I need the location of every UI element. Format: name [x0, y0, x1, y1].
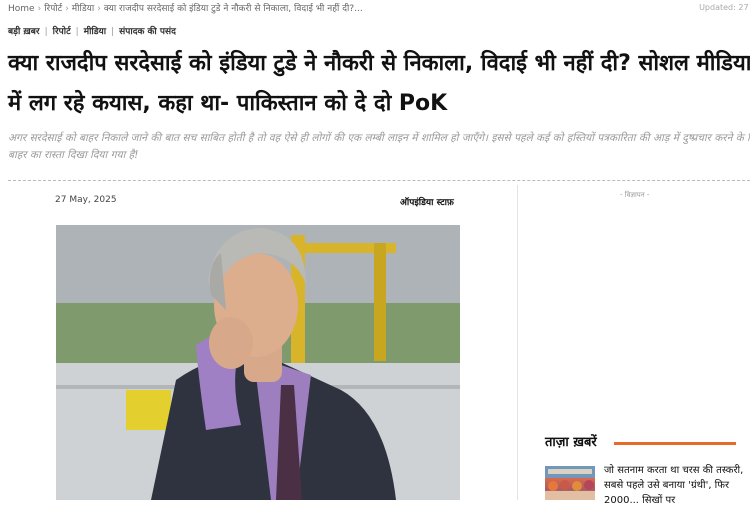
- updated-timestamp: Updated: 27 M: [699, 3, 750, 12]
- article-author[interactable]: ऑपइंडिया स्टाफ़: [400, 195, 454, 208]
- section-divider: [8, 180, 750, 181]
- tag-separator: |: [44, 27, 48, 37]
- article-excerpt: अगर सरदेसाई को बाहर निकाले जाने की बात स…: [8, 132, 750, 161]
- breadcrumb-media-link[interactable]: मीडिया: [72, 4, 94, 14]
- featured-image-illustration: [56, 225, 460, 500]
- thumbnail-illustration: [545, 466, 595, 500]
- breadcrumb-report-link[interactable]: रिपोर्ट: [44, 4, 62, 14]
- breadcrumb-separator: ›: [65, 4, 69, 14]
- latest-news-heading: ताज़ा ख़बरें: [545, 435, 597, 450]
- tag-editors-pick[interactable]: संपादक की पसंद: [119, 27, 176, 37]
- breadcrumb-separator: ›: [37, 4, 42, 14]
- breadcrumb-current: क्या राजदीप सरदेसाई को इंडिया टुडे ने नौ…: [103, 4, 363, 14]
- latest-news-thumbnail[interactable]: [545, 466, 595, 500]
- breadcrumb-home-link[interactable]: Home: [8, 4, 35, 14]
- tag-media[interactable]: मीडिया: [84, 27, 106, 37]
- article-date: 27 May, 2025: [55, 195, 117, 205]
- breadcrumb: Home › रिपोर्ट › मीडिया › क्या राजदीप सरदेसाई …: [8, 2, 698, 16]
- article-headline: क्या राजदीप सरदेसाई को इंडिया टुडे ने नौ…: [8, 51, 750, 116]
- latest-news-underline: [614, 442, 736, 445]
- article-featured-image: [56, 225, 460, 500]
- latest-news-link[interactable]: जो सतनाम करता था चरस की तस्करी, सबसे पहल…: [604, 463, 744, 508]
- tag-separator: |: [75, 27, 79, 37]
- tag-report[interactable]: रिपोर्ट: [53, 27, 71, 37]
- tag-big-news[interactable]: बड़ी ख़बर: [8, 27, 40, 37]
- tag-separator: |: [111, 27, 115, 37]
- column-divider: [517, 185, 518, 500]
- ad-label: - विज्ञापन -: [620, 191, 650, 199]
- breadcrumb-separator: ›: [97, 4, 101, 14]
- category-tags: बड़ी ख़बर | रिपोर्ट | मीडिया | संपादक की पसंद: [8, 24, 176, 37]
